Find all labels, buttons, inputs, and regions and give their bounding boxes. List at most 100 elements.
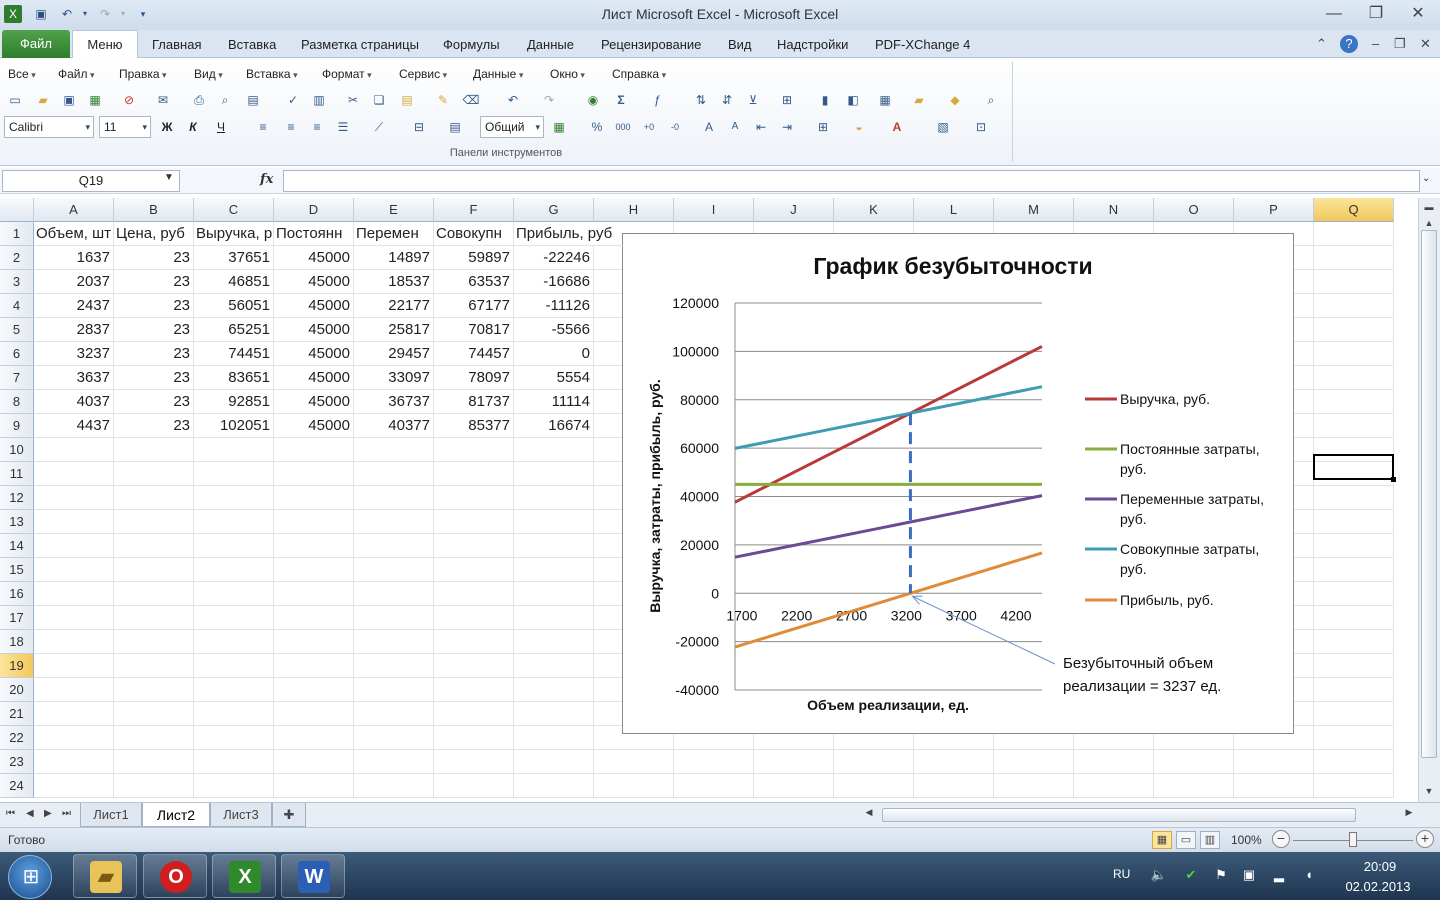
row-header[interactable]: 1 [0,222,34,246]
usb-icon[interactable]: ▣ [1240,866,1258,884]
data-cell[interactable]: 3637 [34,366,114,390]
cell[interactable] [274,726,354,750]
increase-indent-icon[interactable]: ⇥ [778,118,796,136]
data-cell[interactable]: 23 [114,366,194,390]
data-cell[interactable]: 22177 [354,294,434,318]
insert-sheet-icon[interactable]: ✚ [272,803,306,827]
cell[interactable] [194,606,274,630]
cell[interactable] [1314,342,1394,366]
row-header[interactable]: 14 [0,534,34,558]
scroll-up-icon[interactable]: ▲ [1420,218,1438,228]
column-header[interactable]: D [274,198,354,222]
menu-view[interactable]: Вид [194,67,223,81]
speaker-icon[interactable]: ◖ [1300,866,1318,884]
tab-menu[interactable]: Меню [72,30,138,59]
header-cell[interactable]: Перемен [354,222,434,246]
cell[interactable] [514,462,594,486]
cell[interactable] [434,774,514,798]
cell[interactable] [354,702,434,726]
data-cell[interactable]: 4437 [34,414,114,438]
cell[interactable] [434,606,514,630]
styles-icon[interactable]: ▧ [934,118,952,136]
wrap-text-icon[interactable]: ▤ [446,118,464,136]
cell[interactable] [194,534,274,558]
email-icon[interactable]: ✉ [154,91,172,109]
data-cell[interactable]: 74451 [194,342,274,366]
header-cell[interactable]: Постоянн [274,222,354,246]
data-cell[interactable]: 5554 [514,366,594,390]
cell[interactable] [514,534,594,558]
menu-format[interactable]: Формат [322,67,372,81]
filter-icon[interactable]: ⊻ [744,91,762,109]
data-cell[interactable]: -5566 [514,318,594,342]
chart-wizard-icon[interactable]: ▮ [816,91,834,109]
data-cell[interactable]: 45000 [274,270,354,294]
cut-icon[interactable]: ✂ [344,91,362,109]
table-icon[interactable]: ▦ [876,91,894,109]
data-cell[interactable]: 2437 [34,294,114,318]
column-header[interactable]: B [114,198,194,222]
data-cell[interactable]: 23 [114,294,194,318]
cell[interactable] [1234,750,1314,774]
data-cell[interactable]: 45000 [274,414,354,438]
cell[interactable] [114,606,194,630]
cell[interactable] [194,558,274,582]
percent-icon[interactable]: % [588,118,606,136]
cell[interactable] [194,438,274,462]
tab-pdf-xchange[interactable]: PDF-XChange 4 [875,37,970,52]
data-cell[interactable]: 78097 [434,366,514,390]
italic-button[interactable]: К [184,118,202,136]
data-cell[interactable]: 2837 [34,318,114,342]
tab-review[interactable]: Рецензирование [601,37,701,52]
split-box-icon[interactable]: ▬ [1420,202,1438,212]
zoom-in-button[interactable]: + [1416,830,1434,848]
cell[interactable] [1314,294,1394,318]
cell[interactable] [354,654,434,678]
column-header[interactable]: I [674,198,754,222]
cell[interactable] [274,462,354,486]
header-cell[interactable]: Объем, шт [34,222,114,246]
data-cell[interactable]: 65251 [194,318,274,342]
data-cell[interactable]: 11114 [514,390,594,414]
column-header[interactable]: A [34,198,114,222]
row-header[interactable]: 4 [0,294,34,318]
cell[interactable] [1154,750,1234,774]
decrease-indent-icon[interactable]: ⇤ [752,118,770,136]
cell[interactable] [354,630,434,654]
cell[interactable] [1314,726,1394,750]
cell[interactable] [114,486,194,510]
font-name-select[interactable]: Calibri [4,116,94,138]
cell[interactable] [594,750,674,774]
cell[interactable] [114,582,194,606]
prev-sheet-icon[interactable]: ◀ [26,808,34,819]
zoom-level[interactable]: 100% [1231,833,1262,847]
data-cell[interactable]: 23 [114,318,194,342]
cell[interactable] [514,582,594,606]
cell[interactable] [514,606,594,630]
underline-button[interactable]: Ч [212,118,230,136]
data-cell[interactable]: 92851 [194,390,274,414]
antivirus-icon[interactable]: ✔ [1182,866,1200,884]
data-cell[interactable]: 45000 [274,390,354,414]
cell[interactable] [274,606,354,630]
row-header[interactable]: 16 [0,582,34,606]
borders-icon[interactable]: ⊞ [814,118,832,136]
cell[interactable] [514,558,594,582]
row-header[interactable]: 22 [0,726,34,750]
data-cell[interactable]: 36737 [354,390,434,414]
column-header[interactable]: L [914,198,994,222]
header-cell[interactable]: Цена, руб [114,222,194,246]
row-header[interactable]: 11 [0,462,34,486]
row-header[interactable]: 2 [0,246,34,270]
cell[interactable] [1314,222,1394,246]
new-icon[interactable]: ▭ [6,91,24,109]
cell[interactable] [34,606,114,630]
cell[interactable] [194,462,274,486]
network-icon[interactable]: ▂ [1270,866,1288,884]
cell[interactable] [194,702,274,726]
row-header[interactable]: 18 [0,630,34,654]
menu-tools[interactable]: Сервис [399,67,447,81]
start-button[interactable]: ⊞ [8,855,52,899]
cell[interactable] [194,654,274,678]
doc-minimize-icon[interactable]: – [1372,36,1379,51]
